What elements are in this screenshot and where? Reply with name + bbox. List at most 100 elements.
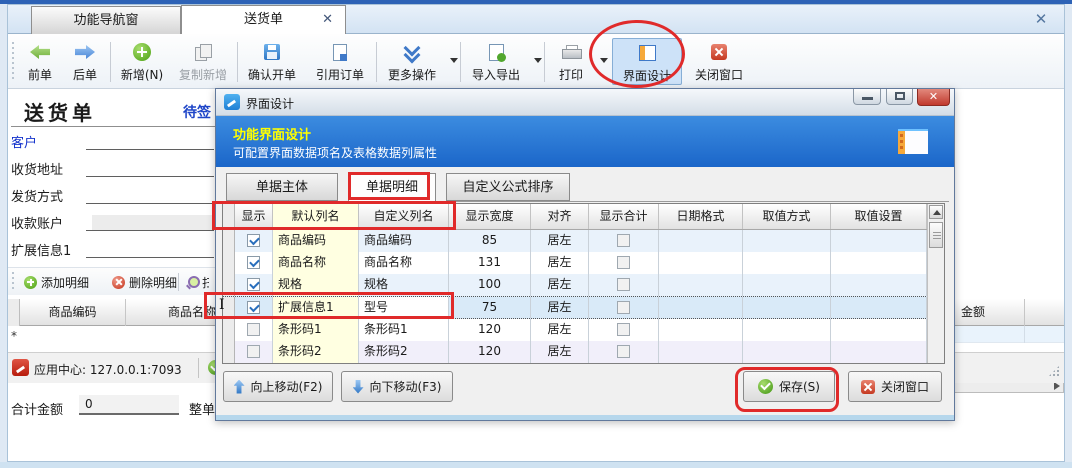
ship-method-input[interactable] xyxy=(86,203,214,204)
confirm-order-button[interactable]: 确认开单 xyxy=(240,38,304,85)
show-total-checkbox[interactable] xyxy=(617,234,630,247)
customer-input[interactable] xyxy=(86,149,214,150)
show-checkbox[interactable] xyxy=(247,234,260,247)
show-checkbox[interactable] xyxy=(247,345,260,358)
col-header-value-setting[interactable]: 取值设置 xyxy=(831,204,927,229)
show-checkbox[interactable] xyxy=(247,278,260,291)
show-total-checkbox[interactable] xyxy=(617,278,630,291)
main-toolbar: 前单 后单 新增(N) 复制新增 确认开单 引用订单 更多操作 xyxy=(8,34,1064,89)
dialog-tab-detail[interactable]: 单据明细 xyxy=(348,173,436,202)
dialog-minimize-button[interactable] xyxy=(853,89,881,105)
copy-icon xyxy=(195,44,211,60)
col-header-custom-name[interactable]: 自定义列名 xyxy=(359,204,449,229)
magnifier-icon xyxy=(186,276,198,288)
col-header-default-name[interactable]: 默认列名 xyxy=(273,204,359,229)
dialog-close-window-button[interactable]: 关闭窗口 xyxy=(848,371,942,402)
grid-row[interactable]: 规格 规格 100 居左 xyxy=(223,274,944,296)
import-export-icon xyxy=(489,44,504,61)
quote-order-button[interactable]: 引用订单 xyxy=(308,38,372,85)
show-total-checkbox[interactable] xyxy=(617,301,630,314)
col-header-value-method[interactable]: 取值方式 xyxy=(743,204,831,229)
grid-vertical-scrollbar[interactable] xyxy=(927,204,944,363)
show-checkbox[interactable] xyxy=(247,323,260,336)
grid-row[interactable]: 商品编码 商品编码 85 居左 xyxy=(223,230,944,252)
close-window-button[interactable]: 关闭窗口 xyxy=(686,38,752,85)
app-logo-icon xyxy=(12,359,29,376)
col-header-align[interactable]: 对齐 xyxy=(531,204,589,229)
detail-table-header: 商品编码 商品名称 xyxy=(8,299,220,326)
tabgroup-close-icon[interactable]: ✕ xyxy=(1032,10,1050,28)
save-disk-icon xyxy=(264,44,280,60)
text-cursor: I xyxy=(219,297,225,313)
total-amount-label: 合计金额 xyxy=(11,399,63,418)
grid-row[interactable]: 商品名称 商品名称 131 居左 xyxy=(223,252,944,274)
plus-icon xyxy=(133,43,151,61)
field-label-address: 收货地址 xyxy=(11,159,63,178)
show-total-checkbox[interactable] xyxy=(617,345,630,358)
more-actions-caret[interactable] xyxy=(450,58,458,63)
ui-design-dialog: 界面设计 ✕ 功能界面设计 可配置界面数据项名及表格数据列属性 单据主体 单据明… xyxy=(215,88,955,421)
dialog-tab-formula[interactable]: 自定义公式排序 xyxy=(446,173,570,201)
status-app-center: 应用中心: 127.0.0.1:7093 xyxy=(34,361,182,378)
search-tool-button[interactable]: 扫 xyxy=(186,271,209,293)
col-header-show[interactable]: 显示 xyxy=(235,204,273,229)
dialog-maximize-button[interactable] xyxy=(886,89,913,105)
import-export-button[interactable]: 导入导出 xyxy=(464,38,528,85)
arrow-up-icon xyxy=(234,380,245,394)
scroll-right-icon[interactable] xyxy=(1054,382,1060,390)
tab-function-nav[interactable]: 功能导航窗 xyxy=(31,6,181,34)
show-total-checkbox[interactable] xyxy=(617,256,630,269)
tab-delivery-order[interactable]: 送货单 ✕ xyxy=(181,5,346,34)
tab-close-icon[interactable]: ✕ xyxy=(322,6,333,34)
delete-detail-button[interactable]: 删除明细 xyxy=(112,271,177,293)
save-button[interactable]: 保存(S) xyxy=(743,371,835,402)
ui-design-button[interactable]: 界面设计 xyxy=(612,38,682,85)
show-checkbox[interactable] xyxy=(247,256,260,269)
import-export-caret[interactable] xyxy=(534,58,542,63)
move-up-button[interactable]: 向上移动(F2) xyxy=(223,371,333,402)
doc-status-text: 待签 xyxy=(183,102,211,122)
new-row-marker: * xyxy=(11,329,17,343)
new-button[interactable]: 新增(N) xyxy=(114,38,170,85)
amount-row[interactable] xyxy=(954,326,1064,343)
dialog-titlebar[interactable]: 界面设计 ✕ xyxy=(216,89,954,116)
address-input[interactable] xyxy=(86,176,214,177)
account-input[interactable] xyxy=(92,215,214,230)
document-icon xyxy=(333,44,347,61)
add-detail-button[interactable]: 添加明细 xyxy=(24,271,89,293)
show-total-checkbox[interactable] xyxy=(617,323,630,336)
grid-row-selected[interactable]: 扩展信息1 型号 75 居左 xyxy=(223,296,944,319)
col-header-width[interactable]: 显示宽度 xyxy=(449,204,531,229)
ext-info-input[interactable] xyxy=(86,257,214,258)
col-header-date-format[interactable]: 日期格式 xyxy=(659,204,743,229)
dialog-header-subtitle: 可配置界面数据项名及表格数据列属性 xyxy=(233,144,437,161)
move-down-button[interactable]: 向下移动(F3) xyxy=(341,371,453,402)
dialog-close-button[interactable]: ✕ xyxy=(917,89,950,106)
total-amount-input[interactable]: 0 xyxy=(79,395,179,415)
window-bottom-edge xyxy=(0,462,1072,468)
dialog-tab-body[interactable]: 单据主体 xyxy=(226,173,338,201)
prev-order-button[interactable]: 前单 xyxy=(18,38,62,85)
show-checkbox[interactable] xyxy=(247,301,260,314)
column-header-product-name[interactable]: 商品名称 xyxy=(126,299,220,326)
grid-row[interactable]: 条形码2 条形码2 120 居左 xyxy=(223,341,944,363)
more-actions-button[interactable]: 更多操作 xyxy=(380,38,444,85)
dialog-header-title: 功能界面设计 xyxy=(233,124,311,143)
print-caret[interactable] xyxy=(600,58,608,63)
grid-row[interactable]: 条形码1 条形码1 120 居左 xyxy=(223,319,944,341)
scroll-thumb[interactable] xyxy=(929,222,943,248)
green-check-icon xyxy=(758,379,773,394)
minimize-icon xyxy=(862,97,873,100)
dialog-app-icon xyxy=(224,94,240,110)
custom-name-input[interactable]: 型号 xyxy=(359,297,449,318)
field-label-customer: 客户 xyxy=(11,132,37,151)
col-header-show-total[interactable]: 显示合计 xyxy=(589,204,659,229)
scroll-up-icon[interactable] xyxy=(929,205,943,219)
arrow-left-icon xyxy=(30,45,50,59)
document-tabstrip: 功能导航窗 送货单 ✕ ✕ xyxy=(8,5,1064,34)
resize-grip[interactable] xyxy=(1048,365,1060,377)
next-order-button[interactable]: 后单 xyxy=(64,38,106,85)
printer-icon xyxy=(562,45,580,60)
column-header-product-code[interactable]: 商品编码 xyxy=(20,299,126,326)
print-button[interactable]: 打印 xyxy=(548,38,594,85)
